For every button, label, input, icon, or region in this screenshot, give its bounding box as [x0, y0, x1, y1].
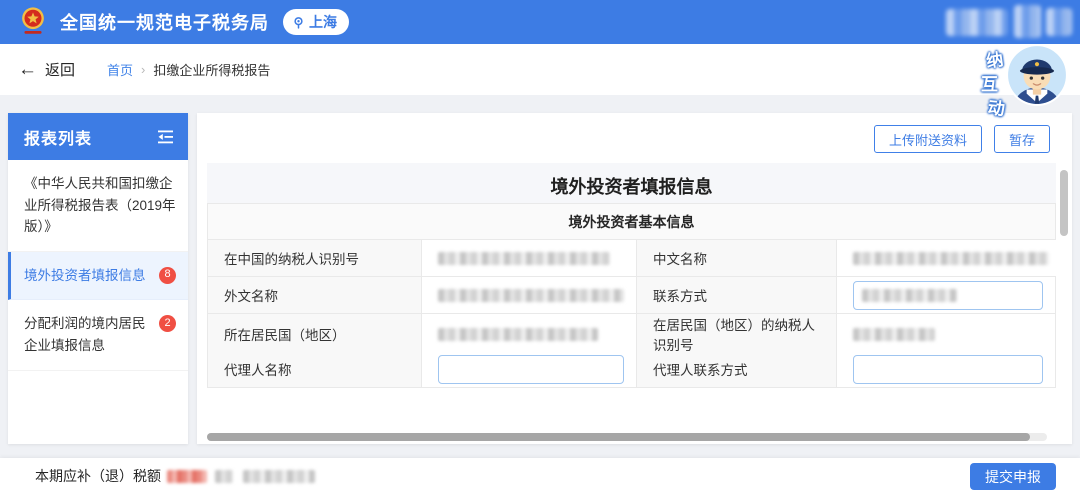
horizontal-scrollbar-thumb[interactable] [207, 433, 1030, 441]
tax-assistant-widget[interactable]: 纳 互 动 [980, 44, 1068, 120]
field-value [421, 314, 636, 354]
back-arrow-icon: ← [18, 59, 37, 81]
sidebar-item-foreign-investor[interactable]: 境外投资者填报信息 8 [8, 252, 188, 301]
horizontal-scrollbar[interactable] [207, 433, 1047, 441]
footer-bar: 本期应补（退）税额 提交申报 [0, 458, 1080, 494]
contact-input[interactable] [853, 281, 1043, 310]
agent-name-input[interactable] [438, 355, 624, 384]
redacted-user-info[interactable] [1014, 5, 1041, 38]
sidebar-item-report-form[interactable]: 《中华人民共和国扣缴企业所得税报告表（2019年版）》 [8, 160, 188, 252]
redacted-value [862, 289, 957, 302]
submit-declaration-button[interactable]: 提交申报 [970, 463, 1056, 490]
report-list-sidebar: 报表列表 《中华人民共和国扣缴企业所得税报告表（2019年版）》 境外投资者填报… [8, 113, 188, 444]
redacted-value [438, 252, 610, 265]
table-row: 所在居民国（地区） 在居民国（地区）的纳税人识别号 [208, 314, 1055, 351]
assistant-text-char: 动 [987, 93, 1007, 120]
sidebar-title: 报表列表 [24, 125, 92, 149]
field-label: 在居民国（地区）的纳税人识别号 [636, 314, 836, 354]
sidebar-header: 报表列表 [8, 113, 188, 160]
sidebar-item-label: 《中华人民共和国扣缴企业所得税报告表（2019年版）》 [24, 173, 176, 238]
table-row: 外文名称 联系方式 [208, 277, 1055, 314]
redacted-user-menu[interactable] [1046, 8, 1072, 36]
redacted-amount-in-words [243, 470, 315, 483]
table-row: 代理人名称 代理人联系方式 [208, 351, 1055, 388]
sidebar-item-label: 分配利润的境内居民企业填报信息 [24, 313, 153, 356]
location-label: 上海 [309, 12, 337, 32]
breadcrumb-separator: › [141, 62, 145, 77]
back-button[interactable]: ← 返回 [18, 59, 75, 81]
vertical-scrollbar[interactable] [1060, 170, 1068, 236]
field-label: 联系方式 [636, 277, 836, 313]
tax-due-label: 本期应补（退）税额 [35, 466, 161, 486]
field-label: 在中国的纳税人识别号 [208, 240, 421, 276]
redacted-value [853, 328, 935, 341]
investor-basic-info-table: 境外投资者基本信息 在中国的纳税人识别号 中文名称 外文名称 联系方式 [207, 203, 1056, 388]
upload-attachments-button[interactable]: 上传附送资料 [874, 125, 982, 153]
redacted-value [853, 252, 1049, 265]
redacted-value [438, 289, 624, 302]
field-value [421, 240, 636, 276]
top-header: 全国统一规范电子税务局 上海 [0, 0, 1080, 44]
sidebar-item-domestic-enterprise[interactable]: 分配利润的境内居民企业填报信息 2 [8, 300, 188, 370]
field-value [836, 277, 1055, 313]
breadcrumb-home-link[interactable]: 首页 [107, 60, 133, 79]
save-draft-button[interactable]: 暂存 [994, 125, 1050, 153]
breadcrumb-current: 扣缴企业所得税报告 [153, 60, 270, 79]
error-count-badge: 8 [159, 267, 176, 284]
assistant-avatar-icon[interactable] [1006, 44, 1068, 106]
field-value [421, 277, 636, 313]
redacted-tax-due-amount [167, 470, 207, 483]
form-title: 境外投资者填报信息 [207, 163, 1056, 199]
field-label: 代理人名称 [208, 351, 421, 387]
agent-contact-input[interactable] [853, 355, 1043, 384]
table-section-title: 境外投资者基本信息 [208, 204, 1055, 240]
table-row: 在中国的纳税人识别号 中文名称 [208, 240, 1055, 277]
error-count-badge: 2 [159, 315, 176, 332]
location-badge[interactable]: 上海 [283, 9, 349, 35]
assistant-text-char: 互 [981, 70, 998, 95]
sidebar-item-label: 境外投资者填报信息 [24, 265, 153, 287]
redacted-value [438, 328, 598, 341]
field-label: 外文名称 [208, 277, 421, 313]
field-label: 中文名称 [636, 240, 836, 276]
field-label: 所在居民国（地区） [208, 314, 421, 354]
redacted-user-info[interactable] [946, 9, 1008, 36]
field-value [836, 351, 1055, 387]
assistant-text-char: 纳 [984, 45, 1004, 72]
main-panel: 上传附送资料 暂存 境外投资者填报信息 税款所属期间： 金额单位：元，至角分 境… [197, 113, 1072, 444]
field-label: 代理人联系方式 [636, 351, 836, 387]
sub-header: ← 返回 首页 › 扣缴企业所得税报告 [0, 44, 1080, 95]
back-label: 返回 [45, 59, 75, 80]
breadcrumb: 首页 › 扣缴企业所得税报告 [107, 60, 270, 79]
field-value [836, 240, 1061, 276]
field-value [421, 351, 636, 387]
redacted-value [215, 470, 233, 483]
menu-fold-icon[interactable] [158, 130, 174, 144]
app-title: 全国统一规范电子税务局 [60, 9, 269, 35]
field-value [836, 314, 1055, 354]
toolbar: 上传附送资料 暂存 [874, 125, 1050, 153]
tax-emblem-logo [16, 5, 50, 39]
location-pin-icon [292, 16, 305, 29]
